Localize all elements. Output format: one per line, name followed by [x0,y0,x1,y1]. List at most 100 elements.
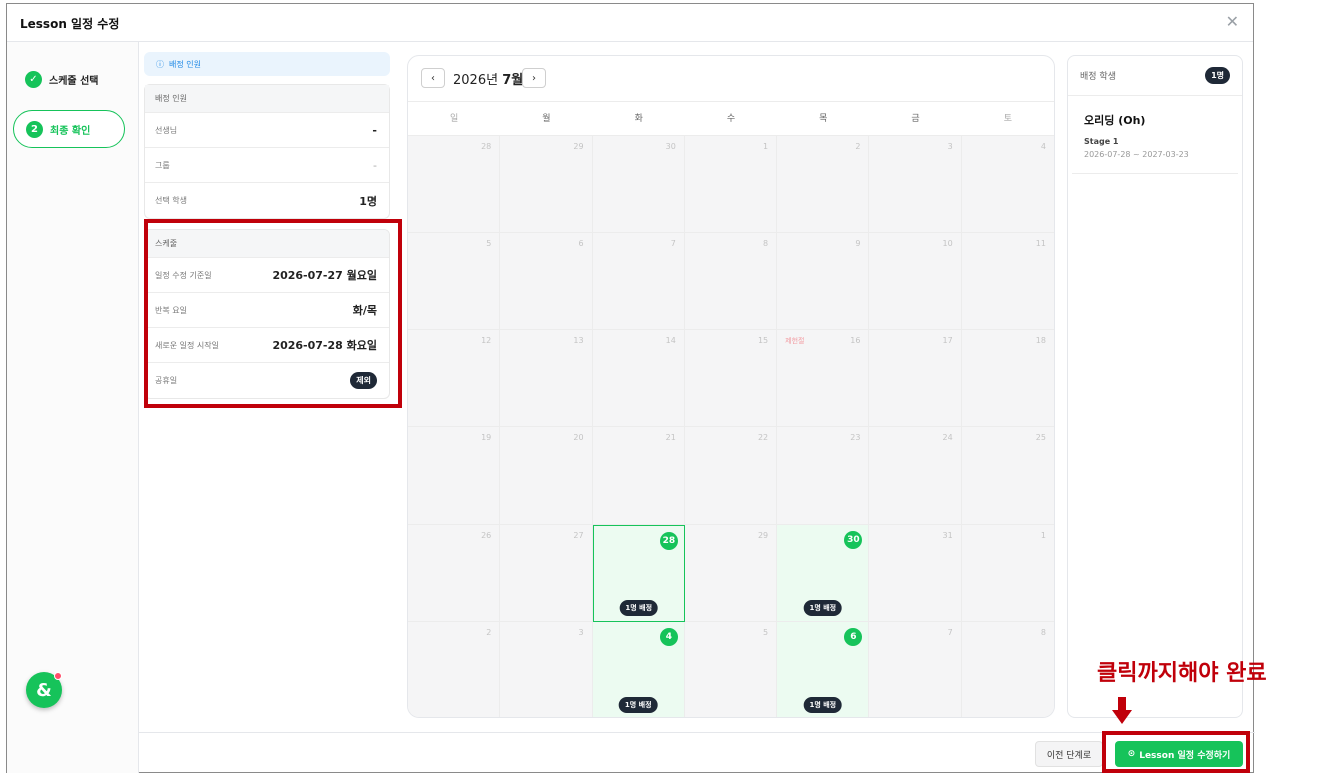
calendar-day-cell[interactable]: 30 1명 배정 [777,524,870,622]
calendar-day-cell[interactable]: 11 [961,233,1054,331]
calendar-day-cell[interactable]: 14 [592,330,685,428]
calendar-day-cell[interactable]: 23 [777,427,870,525]
day-number: 26 [481,530,492,540]
prev-step-button[interactable]: 이전 단계로 [1035,741,1103,767]
calendar-day-cell[interactable]: 15 [684,330,778,428]
calendar-day-cell[interactable]: 30 [592,136,685,234]
modal-header: Lesson 일정 수정 ✕ [7,4,1253,42]
calendar-day-cell[interactable]: 5 [408,233,501,331]
step-schedule-select[interactable]: ✓ 스케줄 선택 [13,60,98,98]
calendar-day-cell[interactable]: 29 [500,136,593,234]
calendar-day-cell[interactable]: 29 [684,524,778,622]
calendar-day-cell[interactable]: 25 [961,427,1054,525]
calendar-day-cell[interactable]: 2 [777,136,870,234]
day-number: 2 [855,142,861,151]
close-icon[interactable]: ✕ [1226,12,1239,31]
next-month-button[interactable]: › [522,68,546,88]
row-label: 공휴일 [155,376,178,385]
student-panel-title: 배정 학생 [1080,72,1116,82]
weekday-label: 토 [1003,114,1012,124]
assigned-count-badge: 1명 배정 [803,696,843,713]
assigned-count-badge: 1명 배정 [619,599,659,616]
info-row-teacher: 선생님 - [145,113,389,148]
prev-month-button[interactable]: ‹ [421,68,445,88]
calendar-day-cell[interactable]: 8 [961,621,1054,717]
calendar-day-cell[interactable]: 27 [500,524,593,622]
submit-label: Lesson 일정 수정하기 [1139,750,1231,761]
notification-dot [54,672,62,680]
calendar-day-cell[interactable]: 28 [408,136,501,234]
calendar-day-cell[interactable]: 8 [684,233,778,331]
day-number: 2 [486,627,492,637]
step-label: 최종 확인 [50,125,91,137]
day-number: 20 [573,433,584,443]
day-number: 28 [659,531,678,550]
calendar-day-cell[interactable]: 4 [961,136,1054,234]
step-final-confirm[interactable]: 2 최종 확인 [13,110,125,148]
day-number: 10 [942,239,953,249]
calendar-day-cell[interactable]: 20 [500,427,593,525]
row-label: 그룹 [155,160,170,170]
day-number: 23 [850,433,861,443]
calendar-day-cell[interactable]: 31 [869,524,962,622]
day-number: 25 [1035,433,1046,443]
chevron-left-icon: ‹ [431,72,435,84]
calendar-day-cell[interactable]: 6 [500,233,593,331]
calendar-day-cell[interactable]: 22 [684,427,778,525]
calendar-day-cell[interactable]: 28 1명 배정 [592,524,685,622]
calendar-day-cell[interactable]: 7 [869,621,962,717]
day-number: 30 [665,142,676,151]
day-number: 3 [578,627,584,637]
calendar-day-cell[interactable]: 7 [592,233,685,331]
calendar-month: 7월 [502,73,524,88]
student-panel-header: 배정 학생 1명 [1068,56,1242,96]
row-label: 일정 수정 기준일 [155,270,212,280]
info-row-selected-students: 선택 학생 1명 [145,183,389,218]
calendar-grid: 28 29 30 1 2 3 4 5 6 7 8 9 10 11 12 13 14 15 16 제헌절 17 18 19 20… [408,136,1054,717]
check-icon: ✓ [25,70,42,88]
calendar-day-cell[interactable]: 9 [777,233,870,331]
calendar-day-cell[interactable]: 24 [869,427,962,525]
day-number: 5 [486,239,492,249]
calendar-year: 2026년 [453,73,499,88]
info-row-holiday: 공휴일 제외 [145,363,389,398]
calendar-day-cell[interactable]: 26 [408,524,501,622]
day-number: 18 [1035,336,1046,346]
calendar-day-cell[interactable]: 4 1명 배정 [592,621,685,717]
calendar-day-cell[interactable]: 1 [684,136,778,234]
calendar-day-cell[interactable]: 10 [869,233,962,331]
check-circle-icon: ⊙ [1127,749,1136,759]
calendar-day-cell[interactable]: 18 [961,330,1054,428]
day-number: 8 [763,239,769,249]
calendar-day-cell[interactable]: 16 제헌절 [777,330,870,428]
calendar-day-cell[interactable]: 12 [408,330,501,428]
day-number: 5 [763,627,769,637]
calendar-day-cell[interactable]: 21 [592,427,685,525]
day-number: 11 [1035,239,1046,249]
calendar-day-cell[interactable]: 13 [500,330,593,428]
calendar-day-cell[interactable]: 3 [500,621,593,717]
arrow-down-icon [1112,697,1132,724]
weekday-label: 월 [542,114,551,124]
info-row-new-start-date: 새로운 일정 시작일 2026-07-28 화요일 [145,328,389,363]
submit-lesson-edit-button[interactable]: ⊙ Lesson 일정 수정하기 [1115,741,1243,767]
info-alert-text: 배정 인원 [169,59,201,69]
holiday-exclude-badge: 제외 [350,372,377,389]
row-value: - [373,158,377,172]
calendar-day-cell[interactable]: 6 1명 배정 [777,621,870,717]
day-number: 3 [947,142,953,151]
modal-title: Lesson 일정 수정 [20,17,120,31]
calendar-day-cell[interactable]: 2 [408,621,501,717]
day-number: 6 [578,239,584,249]
student-period: 2026-07-28 ~ 2027-03-23 [1084,150,1189,159]
chat-fab-button[interactable]: & [26,672,62,708]
day-number: 29 [757,530,769,540]
calendar-day-cell[interactable]: 5 [684,621,778,717]
day-number: 14 [665,336,676,346]
calendar-day-cell[interactable]: 1 [961,524,1054,622]
student-stage: Stage 1 [1084,137,1119,146]
calendar-day-cell[interactable]: 19 [408,427,501,525]
calendar-day-cell[interactable]: 3 [869,136,962,234]
student-list-item[interactable]: 오리딩 (Oh) Stage 1 2026-07-28 ~ 2027-03-23 [1072,96,1238,174]
calendar-day-cell[interactable]: 17 [869,330,962,428]
